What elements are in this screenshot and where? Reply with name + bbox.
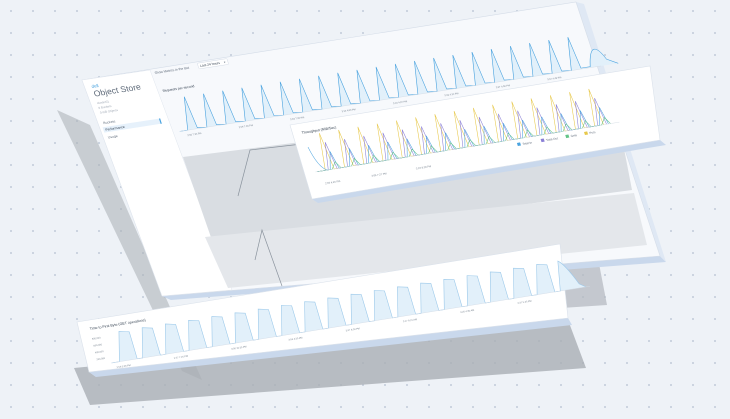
isometric-dashboard-scene: dell Object Store cluster01 0 Buckets 0 … <box>57 1 666 405</box>
